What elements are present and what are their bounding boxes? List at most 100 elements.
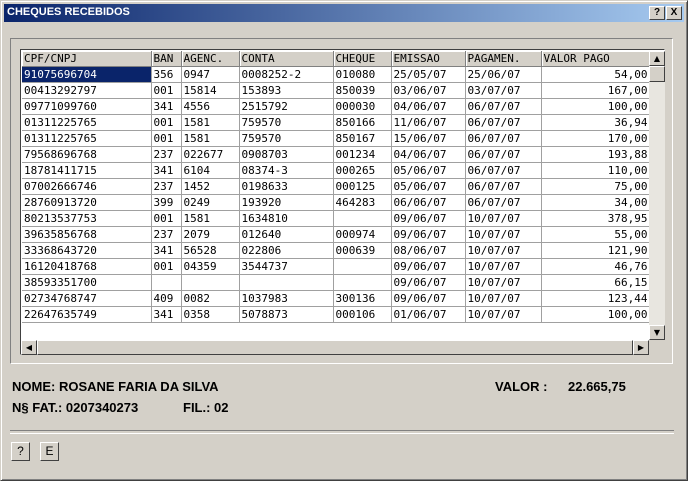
table-cell[interactable]: 09771099760 <box>22 98 152 115</box>
table-cell[interactable]: 01/06/07 <box>391 306 466 323</box>
table-cell[interactable]: 06/07/07 <box>465 194 542 211</box>
table-row[interactable]: 80213537753 001 1581 1634810 09/06/07 10/07/0… <box>22 210 652 227</box>
table-cell[interactable]: 1634810 <box>239 210 334 227</box>
title-close-button[interactable]: X <box>666 6 682 20</box>
table-cell[interactable]: 06/07/07 <box>465 178 542 195</box>
table-cell[interactable]: 22647635749 <box>22 306 152 323</box>
table-cell[interactable] <box>333 258 392 275</box>
table-cell[interactable]: 356 <box>151 66 182 83</box>
table-cell[interactable]: 001234 <box>333 146 392 163</box>
table-cell[interactable]: 1581 <box>181 210 240 227</box>
table-cell[interactable]: 121,90 <box>541 242 652 259</box>
table-cell[interactable]: 02734768747 <box>22 290 152 307</box>
table-cell[interactable]: 237 <box>151 146 182 163</box>
column-header[interactable]: AGENC. <box>181 51 240 67</box>
table-cell[interactable] <box>333 210 392 227</box>
table-cell[interactable] <box>239 274 334 291</box>
table-cell[interactable]: 5078873 <box>239 306 334 323</box>
table-cell[interactable]: 05/06/07 <box>391 162 466 179</box>
table-cell[interactable]: 341 <box>151 162 182 179</box>
title-bar[interactable]: CHEQUES RECEBIDOS ? X <box>4 4 684 22</box>
table-cell[interactable]: 10/07/07 <box>465 210 542 227</box>
table-cell[interactable]: 193,88 <box>541 146 652 163</box>
table-cell[interactable]: 409 <box>151 290 182 307</box>
table-cell[interactable]: 1581 <box>181 114 240 131</box>
scroll-up-button[interactable]: ▲ <box>649 51 665 66</box>
column-header[interactable]: CHEQUE <box>333 51 392 67</box>
help-button[interactable]: ? <box>11 442 30 461</box>
table-row[interactable]: 22647635749 341 0358 5078873 000106 01/06/07 1… <box>22 306 652 323</box>
table-cell[interactable]: 04/06/07 <box>391 98 466 115</box>
column-header[interactable]: PAGAMEN. <box>465 51 542 67</box>
table-cell[interactable]: 123,44 <box>541 290 652 307</box>
table-cell[interactable]: 55,00 <box>541 226 652 243</box>
table-cell[interactable]: 03/06/07 <box>391 82 466 99</box>
table-cell[interactable]: 1037983 <box>239 290 334 307</box>
table-cell[interactable]: 0008252-2 <box>239 66 334 83</box>
table-cell[interactable]: 18781411715 <box>22 162 152 179</box>
table-cell[interactable]: 0082 <box>181 290 240 307</box>
scroll-right-button[interactable]: ▶ <box>633 340 649 355</box>
table-cell[interactable]: 001 <box>151 114 182 131</box>
table-cell[interactable]: 15814 <box>181 82 240 99</box>
vertical-scrollbar[interactable]: ▲ ▼ <box>649 51 665 341</box>
table-cell[interactable]: 001 <box>151 82 182 99</box>
scroll-down-button[interactable]: ▼ <box>649 325 665 340</box>
column-header[interactable]: VALOR PAGO <box>541 51 652 67</box>
table-cell[interactable]: 001 <box>151 210 182 227</box>
table-cell[interactable]: 11/06/07 <box>391 114 466 131</box>
table-cell[interactable]: 100,00 <box>541 306 652 323</box>
table-cell[interactable]: 36,94 <box>541 114 652 131</box>
table-cell[interactable]: 759570 <box>239 130 334 147</box>
table-cell[interactable]: 75,00 <box>541 178 652 195</box>
table-cell[interactable]: 170,00 <box>541 130 652 147</box>
table-cell[interactable]: 06/07/07 <box>465 146 542 163</box>
vertical-scroll-thumb[interactable] <box>649 66 665 82</box>
table-cell[interactable]: 1452 <box>181 178 240 195</box>
table-cell[interactable]: 0947 <box>181 66 240 83</box>
table-cell[interactable]: 3544737 <box>239 258 334 275</box>
table-cell[interactable]: 09/06/07 <box>391 290 466 307</box>
table-cell[interactable]: 06/07/07 <box>465 98 542 115</box>
horizontal-scroll-thumb[interactable] <box>37 340 633 355</box>
table-cell[interactable]: 341 <box>151 242 182 259</box>
table-cell[interactable]: 237 <box>151 226 182 243</box>
table-cell[interactable]: 022806 <box>239 242 334 259</box>
table-cell[interactable]: 000974 <box>333 226 392 243</box>
table-row[interactable]: 33368643720 341 56528 022806 000639 08/06/07 1… <box>22 242 652 259</box>
table-cell[interactable]: 001 <box>151 130 182 147</box>
table-cell[interactable]: 09/06/07 <box>391 210 466 227</box>
table-cell[interactable] <box>181 274 240 291</box>
table-cell[interactable]: 15/06/07 <box>391 130 466 147</box>
table-cell[interactable]: 06/07/07 <box>465 162 542 179</box>
table-cell[interactable]: 01311225765 <box>22 130 152 147</box>
table-cell[interactable] <box>151 274 182 291</box>
column-header[interactable]: CPF/CNPJ <box>22 51 152 67</box>
table-cell[interactable]: 79568696768 <box>22 146 152 163</box>
table-row[interactable]: 00413292797 001 15814 153893 850039 03/06/07 0… <box>22 82 652 99</box>
table-row[interactable]: 01311225765 001 1581 759570 850166 11/06/07 06… <box>22 114 652 131</box>
table-cell[interactable]: 0198633 <box>239 178 334 195</box>
table-cell[interactable]: 010080 <box>333 66 392 83</box>
scroll-left-button[interactable]: ◀ <box>21 340 37 355</box>
table-cell[interactable]: 06/07/07 <box>465 114 542 131</box>
table-cell[interactable]: 000030 <box>333 98 392 115</box>
table-cell[interactable]: 850039 <box>333 82 392 99</box>
table-cell[interactable]: 000125 <box>333 178 392 195</box>
table-cell[interactable]: 237 <box>151 178 182 195</box>
table-row[interactable]: 16120418768 001 04359 3544737 09/06/07 10/07/… <box>22 258 652 275</box>
table-cell[interactable]: 110,00 <box>541 162 652 179</box>
table-cell[interactable]: 759570 <box>239 114 334 131</box>
title-help-button[interactable]: ? <box>649 6 665 20</box>
table-cell[interactable]: 464283 <box>333 194 392 211</box>
table-cell[interactable]: 39635856768 <box>22 226 152 243</box>
table-row[interactable]: 09771099760 341 4556 2515792 000030 04/06/07 0… <box>22 98 652 115</box>
column-header[interactable]: BAN <box>151 51 182 67</box>
table-cell[interactable]: 6104 <box>181 162 240 179</box>
table-cell[interactable]: 09/06/07 <box>391 226 466 243</box>
table-cell[interactable]: 33368643720 <box>22 242 152 259</box>
table-cell[interactable]: 850166 <box>333 114 392 131</box>
table-cell[interactable]: 91075696704 <box>22 66 152 83</box>
table-cell[interactable]: 05/06/07 <box>391 178 466 195</box>
table-cell[interactable]: 300136 <box>333 290 392 307</box>
